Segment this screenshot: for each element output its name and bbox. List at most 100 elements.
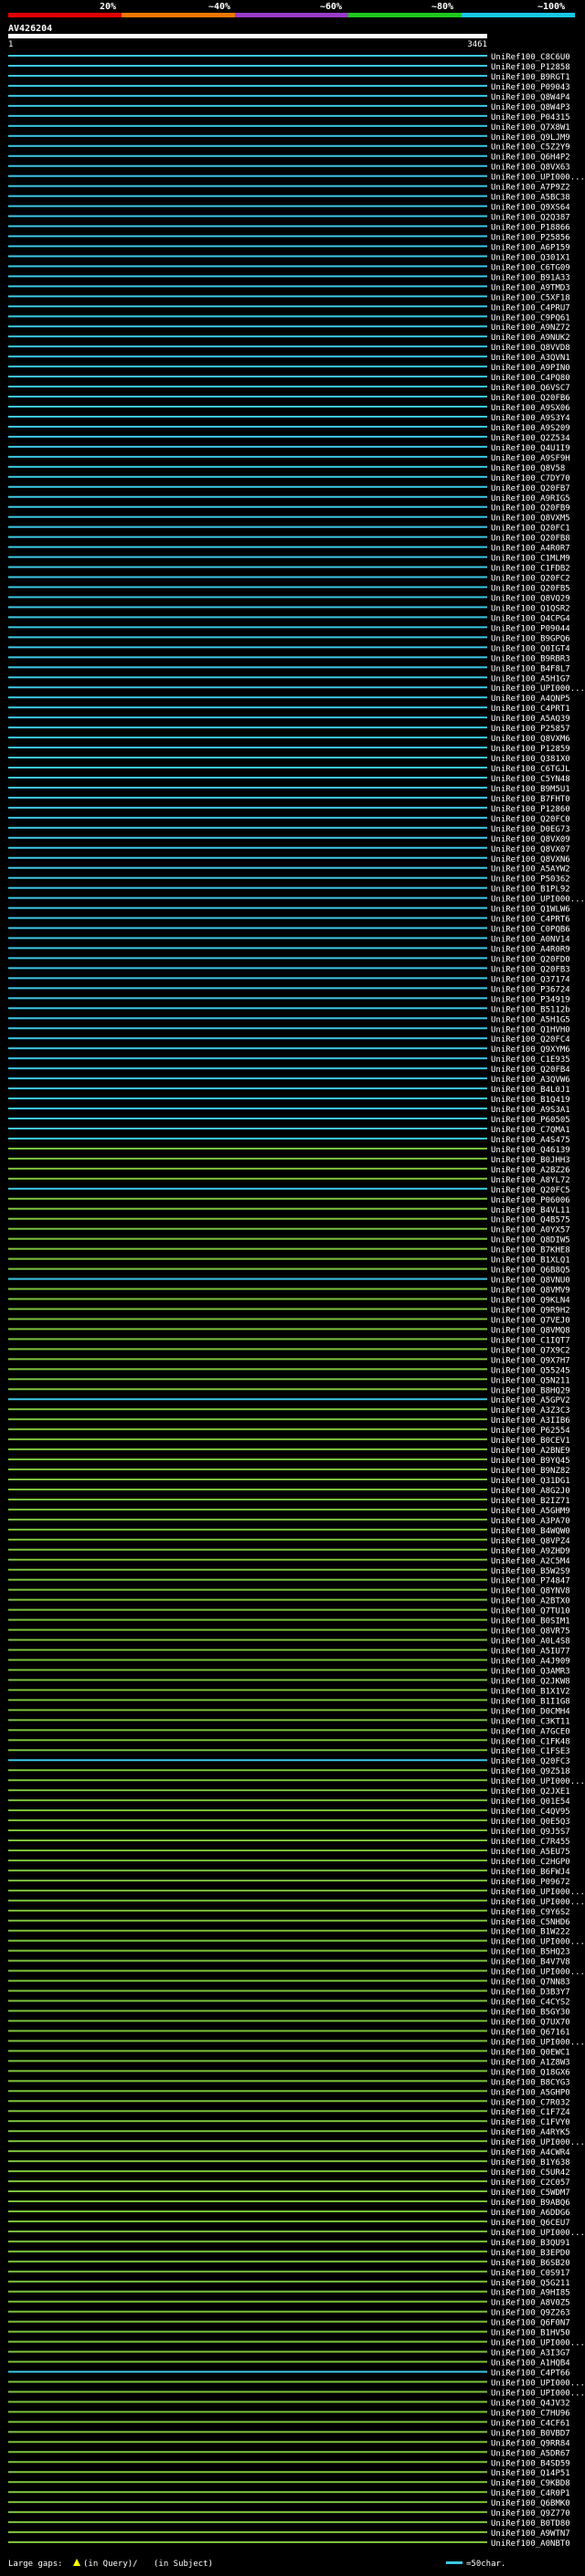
- hit-bar[interactable]: [8, 1839, 487, 1841]
- hit-bar[interactable]: [8, 566, 487, 568]
- hit-label[interactable]: UniRef100_UPI000...: [491, 2389, 585, 2398]
- hit-label[interactable]: UniRef100_A5BC38: [491, 194, 570, 203]
- hit-bar[interactable]: [8, 114, 487, 117]
- hit-bar[interactable]: [8, 255, 487, 258]
- hit-label[interactable]: UniRef100_Q8VMQ8: [491, 1326, 570, 1335]
- hit-label[interactable]: UniRef100_Q0IGT4: [491, 644, 570, 653]
- hit-bar[interactable]: [8, 1899, 487, 1902]
- hit-bar[interactable]: [8, 917, 487, 919]
- hit-label[interactable]: UniRef100_C0S917: [491, 2269, 570, 2278]
- hit-bar[interactable]: [8, 1237, 487, 1240]
- hit-bar[interactable]: [8, 2531, 487, 2534]
- hit-bar[interactable]: [8, 1097, 487, 1100]
- hit-label[interactable]: UniRef100_B1HV50: [491, 2329, 570, 2338]
- hit-bar[interactable]: [8, 947, 487, 949]
- hit-label[interactable]: UniRef100_B9M5U1: [491, 785, 570, 794]
- hit-label[interactable]: UniRef100_B1W222: [491, 1928, 570, 1937]
- hit-bar[interactable]: [8, 376, 487, 378]
- hit-label[interactable]: UniRef100_Q5G211: [491, 2279, 570, 2288]
- hit-label[interactable]: UniRef100_A4QNP5: [491, 694, 570, 704]
- hit-label[interactable]: UniRef100_B9GPQ6: [491, 634, 570, 643]
- hit-label[interactable]: UniRef100_C8C6U0: [491, 53, 570, 62]
- hit-label[interactable]: UniRef100_A3IIB6: [491, 1416, 570, 1426]
- hit-bar[interactable]: [8, 1719, 487, 1722]
- hit-label[interactable]: UniRef100_B5W2S9: [491, 1567, 570, 1576]
- hit-label[interactable]: UniRef100_Q9Z518: [491, 1767, 570, 1776]
- hit-bar[interactable]: [8, 2170, 487, 2173]
- hit-bar[interactable]: [8, 1118, 487, 1120]
- hit-label[interactable]: UniRef100_C4PT66: [491, 2369, 570, 2379]
- hit-bar[interactable]: [8, 2130, 487, 2133]
- hit-bar[interactable]: [8, 2541, 487, 2544]
- hit-label[interactable]: UniRef100_A8YL72: [491, 1176, 570, 1185]
- hit-label[interactable]: UniRef100_Q301X1: [491, 253, 570, 262]
- hit-label[interactable]: UniRef100_C1F7Z4: [491, 2108, 570, 2117]
- hit-bar[interactable]: [8, 846, 487, 849]
- hit-label[interactable]: UniRef100_Q381X0: [491, 755, 570, 764]
- hit-label[interactable]: UniRef100_C1MLM9: [491, 555, 570, 564]
- hit-label[interactable]: UniRef100_B0VBD7: [491, 2429, 570, 2438]
- hit-label[interactable]: UniRef100_C9Y6S2: [491, 1908, 570, 1917]
- hit-label[interactable]: UniRef100_C5XF18: [491, 293, 570, 302]
- hit-label[interactable]: UniRef100_C2C057: [491, 2178, 570, 2188]
- hit-label[interactable]: UniRef100_Q8VPZ4: [491, 1537, 570, 1546]
- hit-bar[interactable]: [8, 1518, 487, 1521]
- hit-bar[interactable]: [8, 1548, 487, 1551]
- hit-bar[interactable]: [8, 1318, 487, 1320]
- hit-bar[interactable]: [8, 485, 487, 488]
- hit-bar[interactable]: [8, 666, 487, 669]
- hit-bar[interactable]: [8, 164, 487, 167]
- hit-bar[interactable]: [8, 345, 487, 348]
- hit-bar[interactable]: [8, 1769, 487, 1772]
- hit-bar[interactable]: [8, 686, 487, 689]
- hit-bar[interactable]: [8, 1608, 487, 1611]
- hit-bar[interactable]: [8, 535, 487, 538]
- hit-label[interactable]: UniRef100_Q20FC3: [491, 1757, 570, 1766]
- hit-label[interactable]: UniRef100_Q7VEJ0: [491, 1316, 570, 1325]
- hit-bar[interactable]: [8, 886, 487, 889]
- hit-bar[interactable]: [8, 445, 487, 448]
- hit-label[interactable]: UniRef100_Q31DG1: [491, 1477, 570, 1486]
- hit-bar[interactable]: [8, 465, 487, 468]
- hit-label[interactable]: UniRef100_B8CYG3: [491, 2078, 570, 2087]
- hit-label[interactable]: UniRef100_A7P9Z2: [491, 184, 570, 193]
- hit-label[interactable]: UniRef100_C4R0P1: [491, 2489, 570, 2498]
- hit-label[interactable]: UniRef100_Q8DIW5: [491, 1236, 570, 1246]
- hit-label[interactable]: UniRef100_A5GHM9: [491, 1507, 570, 1516]
- hit-bar[interactable]: [8, 1328, 487, 1330]
- hit-bar[interactable]: [8, 435, 487, 438]
- hit-bar[interactable]: [8, 1167, 487, 1170]
- hit-label[interactable]: UniRef100_B1XLQ1: [491, 1256, 570, 1266]
- hit-bar[interactable]: [8, 1729, 487, 1732]
- hit-bar[interactable]: [8, 1799, 487, 1802]
- hit-label[interactable]: UniRef100_A1Z8W3: [491, 2058, 570, 2067]
- hit-label[interactable]: UniRef100_Q9J5S7: [491, 1828, 570, 1837]
- hit-label[interactable]: UniRef100_C1E935: [491, 1055, 570, 1065]
- hit-bar[interactable]: [8, 2060, 487, 2062]
- hit-bar[interactable]: [8, 335, 487, 338]
- hit-label[interactable]: UniRef100_Q8VXN6: [491, 855, 570, 864]
- hit-label[interactable]: UniRef100_UPI000...: [491, 2229, 585, 2238]
- hit-bar[interactable]: [8, 1087, 487, 1090]
- hit-bar[interactable]: [8, 1648, 487, 1651]
- hit-bar[interactable]: [8, 696, 487, 699]
- hit-bar[interactable]: [8, 1689, 487, 1691]
- hit-bar[interactable]: [8, 515, 487, 518]
- hit-bar[interactable]: [8, 185, 487, 187]
- hit-bar[interactable]: [8, 1408, 487, 1411]
- hit-label[interactable]: UniRef100_A9NUK2: [491, 334, 570, 343]
- hit-bar[interactable]: [8, 1568, 487, 1571]
- hit-label[interactable]: UniRef100_A9PIN0: [491, 364, 570, 373]
- hit-label[interactable]: UniRef100_B91A33: [491, 273, 570, 282]
- hit-label[interactable]: UniRef100_Q55245: [491, 1366, 570, 1375]
- hit-bar[interactable]: [8, 1067, 487, 1070]
- hit-label[interactable]: UniRef100_A8G2J0: [491, 1487, 570, 1496]
- hit-bar[interactable]: [8, 94, 487, 97]
- hit-bar[interactable]: [8, 154, 487, 157]
- hit-label[interactable]: UniRef100_Q4CPG4: [491, 614, 570, 623]
- hit-bar[interactable]: [8, 816, 487, 819]
- hit-bar[interactable]: [8, 767, 487, 769]
- hit-label[interactable]: UniRef100_C6TGJL: [491, 765, 570, 774]
- hit-label[interactable]: UniRef100_C4PRT1: [491, 705, 570, 714]
- hit-bar[interactable]: [8, 1448, 487, 1451]
